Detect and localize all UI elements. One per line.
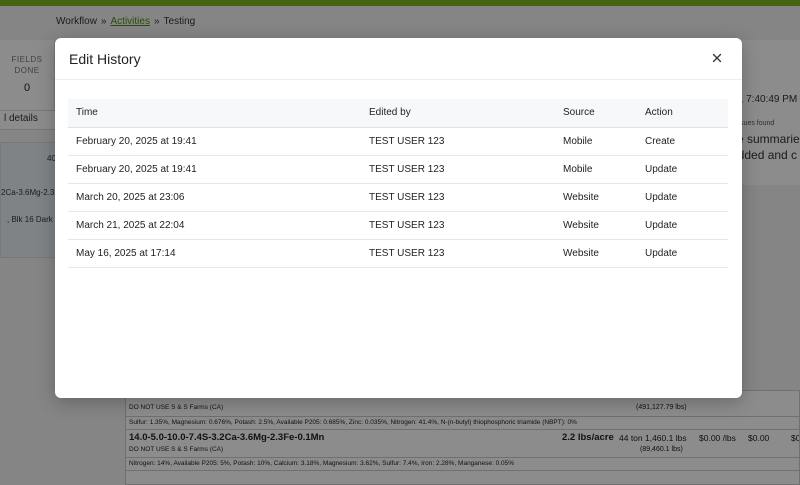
cell-action: Update <box>637 239 728 268</box>
modal-title: Edit History <box>69 51 141 67</box>
close-icon <box>712 53 722 63</box>
column-header-edited-by: Edited by <box>361 99 555 128</box>
cell-action: Create <box>637 127 728 156</box>
cell-time: February 20, 2025 at 19:41 <box>68 155 361 184</box>
cell-edited-by: TEST USER 123 <box>361 183 555 212</box>
cell-source: Mobile <box>555 155 637 184</box>
cell-action: Update <box>637 183 728 212</box>
cell-action: Update <box>637 211 728 240</box>
table-row: February 20, 2025 at 19:41 TEST USER 123… <box>68 155 728 184</box>
column-header-action: Action <box>637 99 728 128</box>
cell-edited-by: TEST USER 123 <box>361 211 555 240</box>
table-row: March 21, 2025 at 22:04 TEST USER 123 We… <box>68 211 728 240</box>
column-header-source: Source <box>555 99 637 128</box>
cell-source: Website <box>555 183 637 212</box>
cell-source: Website <box>555 211 637 240</box>
edit-history-modal: Edit History Time Edited by Source Actio… <box>55 38 742 398</box>
cell-source: Mobile <box>555 127 637 156</box>
cell-edited-by: TEST USER 123 <box>361 239 555 268</box>
table-row: May 16, 2025 at 17:14 TEST USER 123 Webs… <box>68 239 728 268</box>
cell-time: March 21, 2025 at 22:04 <box>68 211 361 240</box>
cell-action: Update <box>637 155 728 184</box>
cell-source: Website <box>555 239 637 268</box>
table-header-row: Time Edited by Source Action <box>68 99 728 128</box>
table-row: February 20, 2025 at 19:41 TEST USER 123… <box>68 127 728 156</box>
cell-time: February 20, 2025 at 19:41 <box>68 127 361 156</box>
table-row: March 20, 2025 at 23:06 TEST USER 123 We… <box>68 183 728 212</box>
cell-edited-by: TEST USER 123 <box>361 155 555 184</box>
cell-edited-by: TEST USER 123 <box>361 127 555 156</box>
modal-header: Edit History <box>55 38 742 80</box>
cell-time: March 20, 2025 at 23:06 <box>68 183 361 212</box>
column-header-time: Time <box>68 99 361 128</box>
edit-history-table: Time Edited by Source Action February 20… <box>68 99 728 268</box>
cell-time: May 16, 2025 at 17:14 <box>68 239 361 268</box>
close-button[interactable] <box>710 51 724 65</box>
